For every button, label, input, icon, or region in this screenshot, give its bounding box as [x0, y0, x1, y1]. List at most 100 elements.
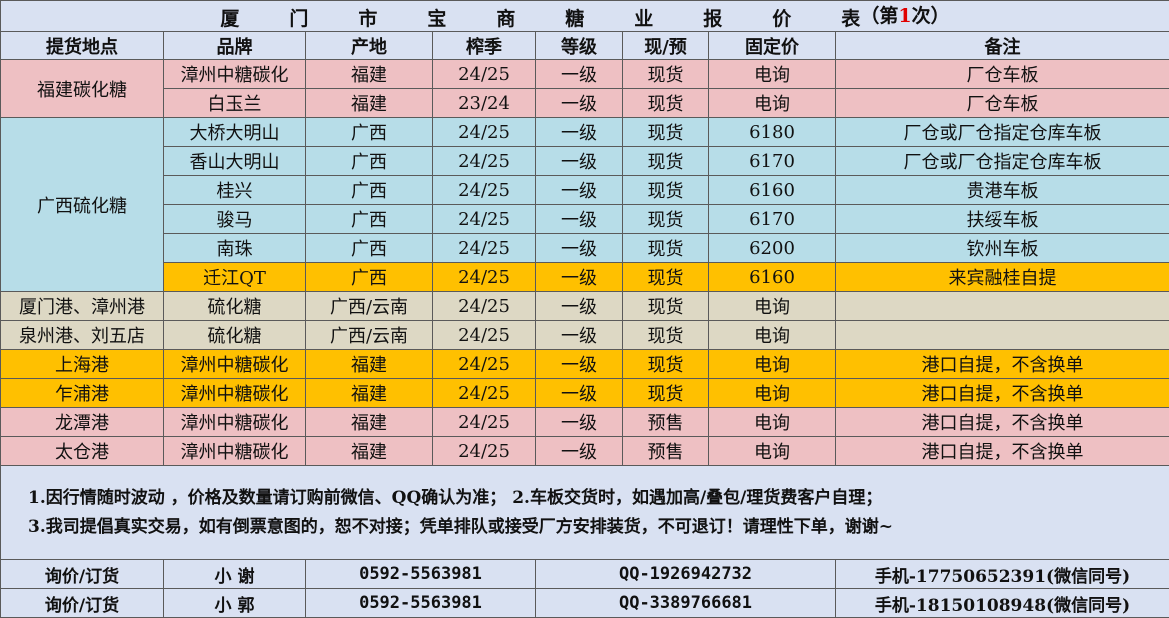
- cell-origin: 福建: [306, 89, 433, 118]
- cell-brand: 漳州中糖碳化: [164, 379, 306, 408]
- cell-location: 厦门港、漳州港: [1, 292, 164, 321]
- cell-grade: 一级: [536, 234, 623, 263]
- table-row: 龙潭港 漳州中糖碳化 福建 24/25 一级 预售 电询 港口自提，不含换单: [1, 408, 1169, 437]
- cell-grade: 一级: [536, 321, 623, 350]
- cell-status: 现货: [623, 60, 709, 89]
- cell-origin: 福建: [306, 60, 433, 89]
- price-table: 厦 门 市 宝 商 糖 业 报 价 表 （第1次） 提货地点 品牌 产地 榨季 …: [0, 0, 1169, 618]
- contact-row: 询价/订货 小 郭 0592-5563981 QQ-3389766681 手机-…: [1, 589, 1169, 618]
- table-row: 广西硫化糖 大桥大明山 广西 24/25 一级 现货 6180 厂仓或厂仓指定仓…: [1, 118, 1169, 147]
- cell-note: [836, 321, 1169, 350]
- table-row: 南珠 广西 24/25 一级 现货 6200 钦州车板: [1, 234, 1169, 263]
- contact-mobile: 手机-18150108948(微信同号): [836, 589, 1169, 618]
- cell-grade: 一级: [536, 437, 623, 466]
- cell-season: 24/25: [433, 437, 536, 466]
- cell-grade: 一级: [536, 350, 623, 379]
- cell-season: 24/25: [433, 176, 536, 205]
- cell-status: 现货: [623, 379, 709, 408]
- title-char: 表: [841, 4, 860, 31]
- cell-price: 电询: [709, 60, 836, 89]
- contact-label: 询价/订货: [1, 560, 164, 589]
- cell-grade: 一级: [536, 292, 623, 321]
- table-row: 桂兴 广西 24/25 一级 现货 6160 贵港车板: [1, 176, 1169, 205]
- sheet-title: 厦 门 市 宝 商 糖 业 报 价 表 （第1次）: [1, 1, 1169, 32]
- cell-grade: 一级: [536, 379, 623, 408]
- cell-status: 现货: [623, 292, 709, 321]
- cell-note: 厂仓或厂仓指定仓库车板: [836, 118, 1169, 147]
- cell-grade: 一级: [536, 147, 623, 176]
- title-char: 业: [634, 4, 653, 31]
- cell-origin: 广西: [306, 263, 433, 292]
- cell-brand: 硫化糖: [164, 292, 306, 321]
- title-char: 报: [703, 4, 722, 31]
- table-row: 太仓港 漳州中糖碳化 福建 24/25 一级 预售 电询 港口自提，不含换单: [1, 437, 1169, 466]
- cell-origin: 福建: [306, 408, 433, 437]
- cell-status: 预售: [623, 408, 709, 437]
- contact-label: 询价/订货: [1, 589, 164, 618]
- cell-status: 现货: [623, 321, 709, 350]
- cell-price: 6170: [709, 205, 836, 234]
- cell-note: 港口自提，不含换单: [836, 408, 1169, 437]
- contact-name: 小 郭: [164, 589, 306, 618]
- cell-status: 预售: [623, 437, 709, 466]
- cell-status: 现货: [623, 350, 709, 379]
- cell-price: 6200: [709, 234, 836, 263]
- cell-origin: 福建: [306, 350, 433, 379]
- group-label-guangxi: 广西硫化糖: [1, 118, 164, 292]
- cell-location: 泉州港、刘五店: [1, 321, 164, 350]
- cell-status: 现货: [623, 89, 709, 118]
- cell-season: 24/25: [433, 321, 536, 350]
- cell-location: 乍浦港: [1, 379, 164, 408]
- cell-price: 6180: [709, 118, 836, 147]
- cell-brand: 香山大明山: [164, 147, 306, 176]
- cell-location: 龙潭港: [1, 408, 164, 437]
- table-row: 香山大明山 广西 24/25 一级 现货 6170 厂仓或厂仓指定仓库车板: [1, 147, 1169, 176]
- cell-season: 24/25: [433, 60, 536, 89]
- cell-grade: 一级: [536, 176, 623, 205]
- title-char: 商: [496, 4, 515, 31]
- cell-season: 23/24: [433, 89, 536, 118]
- title-char: 厦: [220, 4, 239, 31]
- col-header-grade: 等级: [536, 32, 623, 60]
- cell-note: 扶绥车板: [836, 205, 1169, 234]
- cell-price: 6170: [709, 147, 836, 176]
- table-row: 厦门港、漳州港 硫化糖 广西/云南 24/25 一级 现货 电询: [1, 292, 1169, 321]
- cell-note: 港口自提，不含换单: [836, 379, 1169, 408]
- cell-price: 电询: [709, 408, 836, 437]
- col-header-status: 现/预: [623, 32, 709, 60]
- cell-grade: 一级: [536, 205, 623, 234]
- cell-brand: 白玉兰: [164, 89, 306, 118]
- title-char: 价: [772, 4, 791, 31]
- contact-name: 小 谢: [164, 560, 306, 589]
- cell-grade: 一级: [536, 118, 623, 147]
- col-header-price: 固定价: [709, 32, 836, 60]
- cell-brand: 漳州中糖碳化: [164, 437, 306, 466]
- cell-price: 6160: [709, 176, 836, 205]
- price-sheet: 厦 门 市 宝 商 糖 业 报 价 表 （第1次） 提货地点 品牌 产地 榨季 …: [0, 0, 1169, 617]
- cell-origin: 福建: [306, 437, 433, 466]
- contact-phone: 0592-5563981: [306, 560, 536, 589]
- table-row: 上海港 漳州中糖碳化 福建 24/25 一级 现货 电询 港口自提，不含换单: [1, 350, 1169, 379]
- cell-price: 电询: [709, 321, 836, 350]
- cell-brand: 漳州中糖碳化: [164, 60, 306, 89]
- cell-price: 电询: [709, 89, 836, 118]
- cell-brand: 骏马: [164, 205, 306, 234]
- title-suffix-close: 次）: [912, 5, 950, 27]
- cell-location: 上海港: [1, 350, 164, 379]
- cell-price: 电询: [709, 292, 836, 321]
- table-row: 白玉兰 福建 23/24 一级 现货 电询 厂仓车板: [1, 89, 1169, 118]
- cell-brand: 南珠: [164, 234, 306, 263]
- cell-grade: 一级: [536, 263, 623, 292]
- terms-line-1: 1.因行情随时波动 ，价格及数量请订购前微信、QQ确认为准； 2.车板交货时，如…: [28, 484, 1169, 513]
- cell-season: 24/25: [433, 379, 536, 408]
- cell-location: 太仓港: [1, 437, 164, 466]
- title-suffix-open: （第: [860, 5, 898, 27]
- cell-origin: 广西: [306, 234, 433, 263]
- cell-season: 24/25: [433, 292, 536, 321]
- cell-note: 厂仓或厂仓指定仓库车板: [836, 147, 1169, 176]
- cell-season: 24/25: [433, 205, 536, 234]
- cell-grade: 一级: [536, 60, 623, 89]
- cell-grade: 一级: [536, 408, 623, 437]
- cell-season: 24/25: [433, 263, 536, 292]
- title-char: 门: [289, 4, 308, 31]
